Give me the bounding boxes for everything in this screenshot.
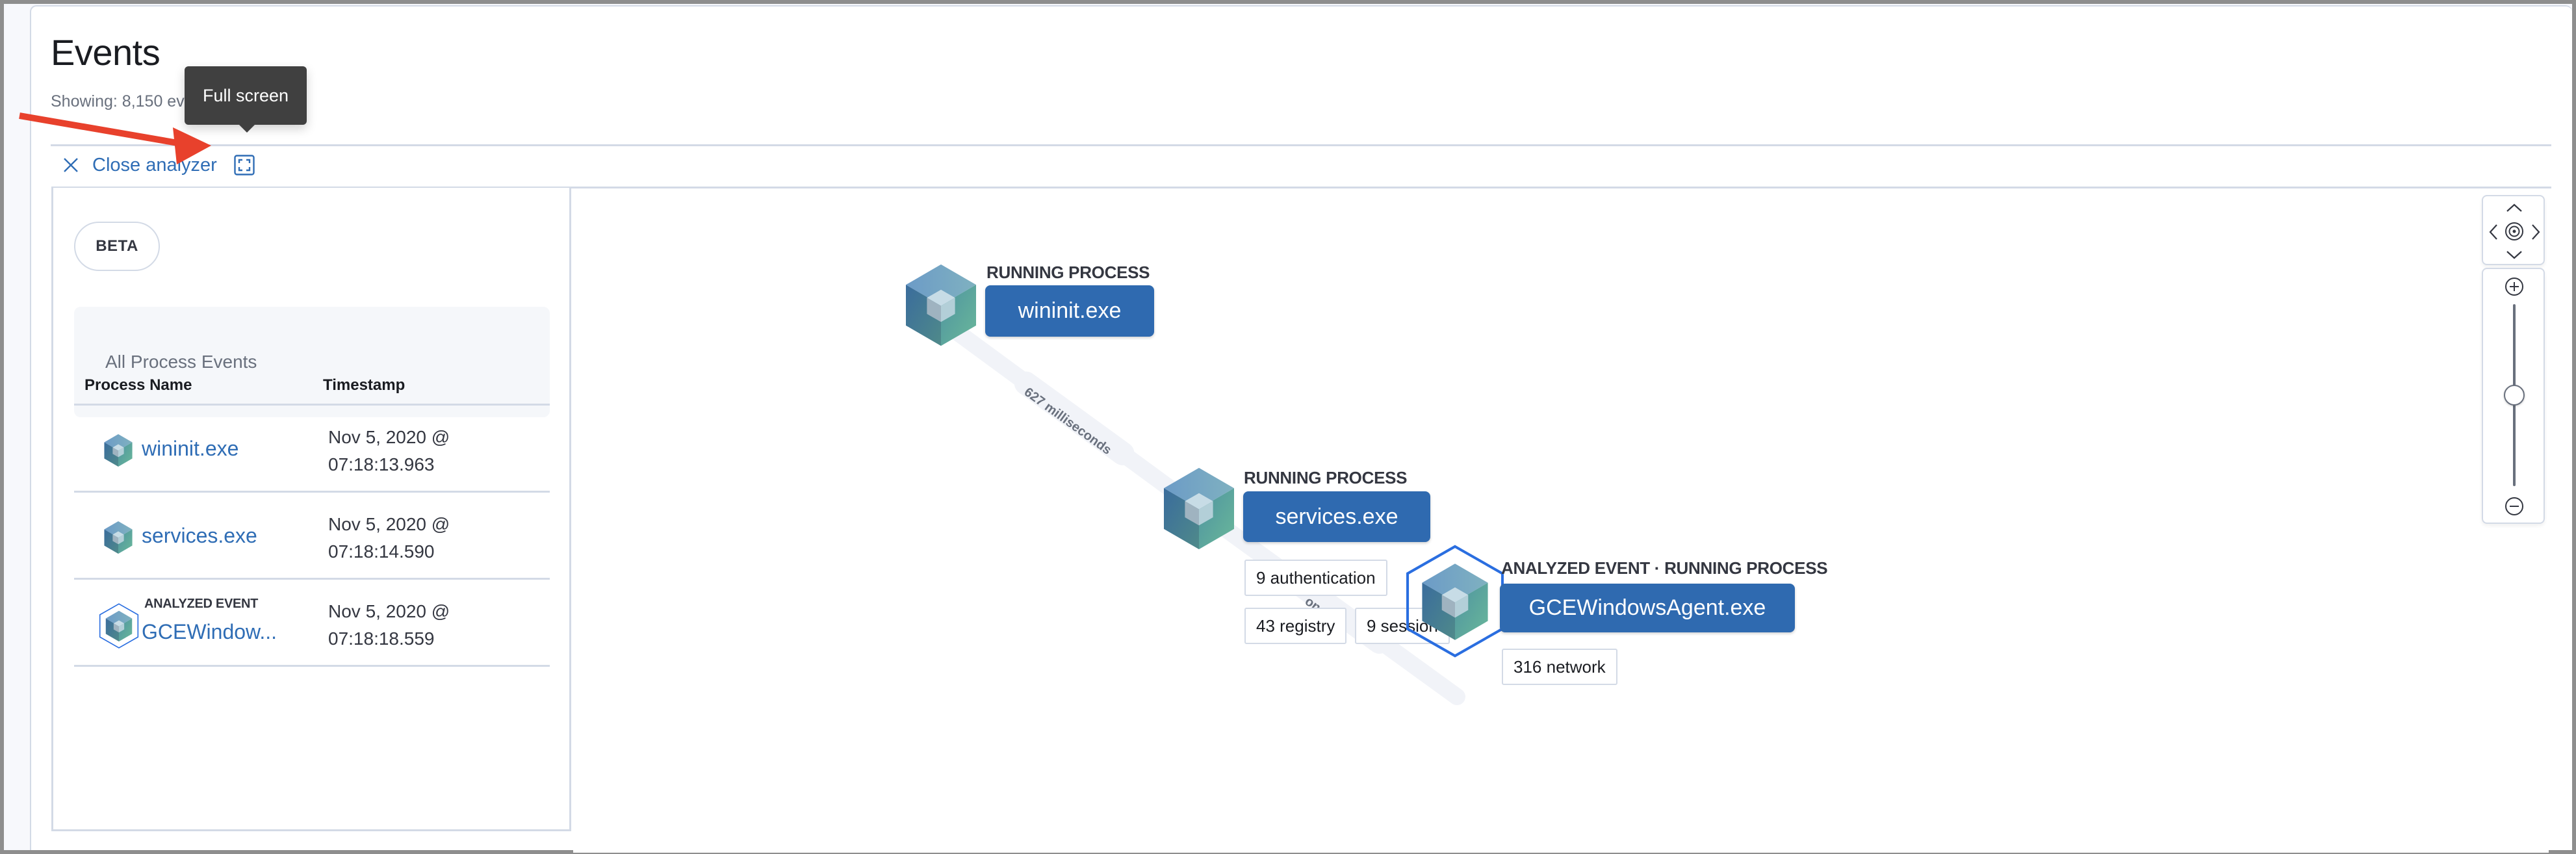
- table-row: wininit.exe Nov 5, 2020 @ 07:18:13.963: [74, 404, 550, 491]
- related-events-badge[interactable]: 9 authentication: [1244, 560, 1387, 596]
- fullscreen-icon[interactable]: [234, 155, 255, 175]
- pan-controls: [2482, 195, 2545, 265]
- node-process-button[interactable]: GCEWindowsAgent.exe: [1500, 584, 1795, 632]
- related-events-badge[interactable]: 43 registry: [1244, 608, 1347, 644]
- close-icon: [64, 158, 78, 172]
- page-title: Events: [51, 32, 161, 73]
- node-process-button[interactable]: wininit.exe: [985, 285, 1154, 337]
- process-list-panel: BETA All Process Events Process Name Tim…: [51, 188, 571, 831]
- fullscreen-tooltip: Full screen: [185, 66, 307, 133]
- process-cube-icon: [104, 521, 133, 554]
- close-analyzer-label: Close analyzer: [92, 154, 217, 175]
- process-link[interactable]: wininit.exe: [142, 437, 238, 461]
- node-kicker: ANALYZED EVENT · RUNNING PROCESS: [1501, 558, 1828, 578]
- process-cube-icon[interactable]: [906, 252, 976, 359]
- graph-edges: [932, 311, 1465, 705]
- process-link[interactable]: services.exe: [142, 524, 257, 548]
- timestamp: Nov 5, 2020 @ 07:18:14.590: [328, 511, 450, 565]
- chevron-right-icon[interactable]: [2531, 224, 2541, 240]
- timestamp-time: 07:18:18.559: [328, 628, 435, 649]
- process-link[interactable]: GCEWindow...: [142, 620, 277, 644]
- analyzed-event-label: ANALYZED EVENT: [144, 597, 259, 611]
- table-header: Process Name Timestamp: [74, 357, 550, 404]
- timestamp-time: 07:18:14.590: [328, 541, 435, 562]
- node-kicker: RUNNING PROCESS: [1244, 468, 1408, 487]
- center-target-icon[interactable]: [2504, 221, 2525, 242]
- node-kicker: RUNNING PROCESS: [986, 263, 1150, 282]
- zoom-in-icon[interactable]: [2505, 277, 2524, 296]
- analyzed-process-cube-icon: [99, 603, 139, 649]
- zoom-slider-thumb[interactable]: [2504, 385, 2525, 406]
- node-process-button[interactable]: services.exe: [1243, 491, 1430, 542]
- process-cube-icon[interactable]: [1164, 455, 1234, 562]
- zoom-controls: [2482, 268, 2545, 524]
- chevron-left-icon[interactable]: [2488, 224, 2499, 240]
- timestamp: Nov 5, 2020 @ 07:18:13.963: [328, 424, 450, 478]
- timestamp-time: 07:18:13.963: [328, 454, 435, 474]
- divider-top: [51, 144, 2551, 146]
- chevron-up-icon[interactable]: [2506, 203, 2523, 213]
- timestamp-date: Nov 5, 2020 @: [328, 427, 450, 447]
- close-analyzer-button[interactable]: Close analyzer: [62, 155, 217, 176]
- table-row: ANALYZED EVENT GCEWindow... Nov 5, 2020 …: [74, 578, 550, 667]
- chevron-down-icon[interactable]: [2506, 250, 2523, 260]
- column-header-process-name: Process Name: [84, 376, 192, 394]
- timestamp: Nov 5, 2020 @ 07:18:18.559: [328, 598, 450, 653]
- timestamp-date: Nov 5, 2020 @: [328, 601, 450, 621]
- zoom-out-icon[interactable]: [2505, 497, 2524, 516]
- event-count: Showing: 8,150 eve: [51, 92, 194, 110]
- related-events-badge[interactable]: 316 network: [1502, 649, 1617, 685]
- table-row: services.exe Nov 5, 2020 @ 07:18:14.590: [74, 491, 550, 578]
- process-cube-icon: [104, 434, 133, 467]
- analyzer-toolbar: Close analyzer: [62, 152, 255, 178]
- analyzed-process-cube-icon[interactable]: [1406, 529, 1504, 673]
- process-graph-canvas[interactable]: 627 milliseconds onds RUNNING PROCESS wi…: [573, 190, 2549, 853]
- column-header-timestamp: Timestamp: [323, 376, 406, 394]
- timestamp-date: Nov 5, 2020 @: [328, 514, 450, 534]
- beta-badge: BETA: [74, 222, 160, 271]
